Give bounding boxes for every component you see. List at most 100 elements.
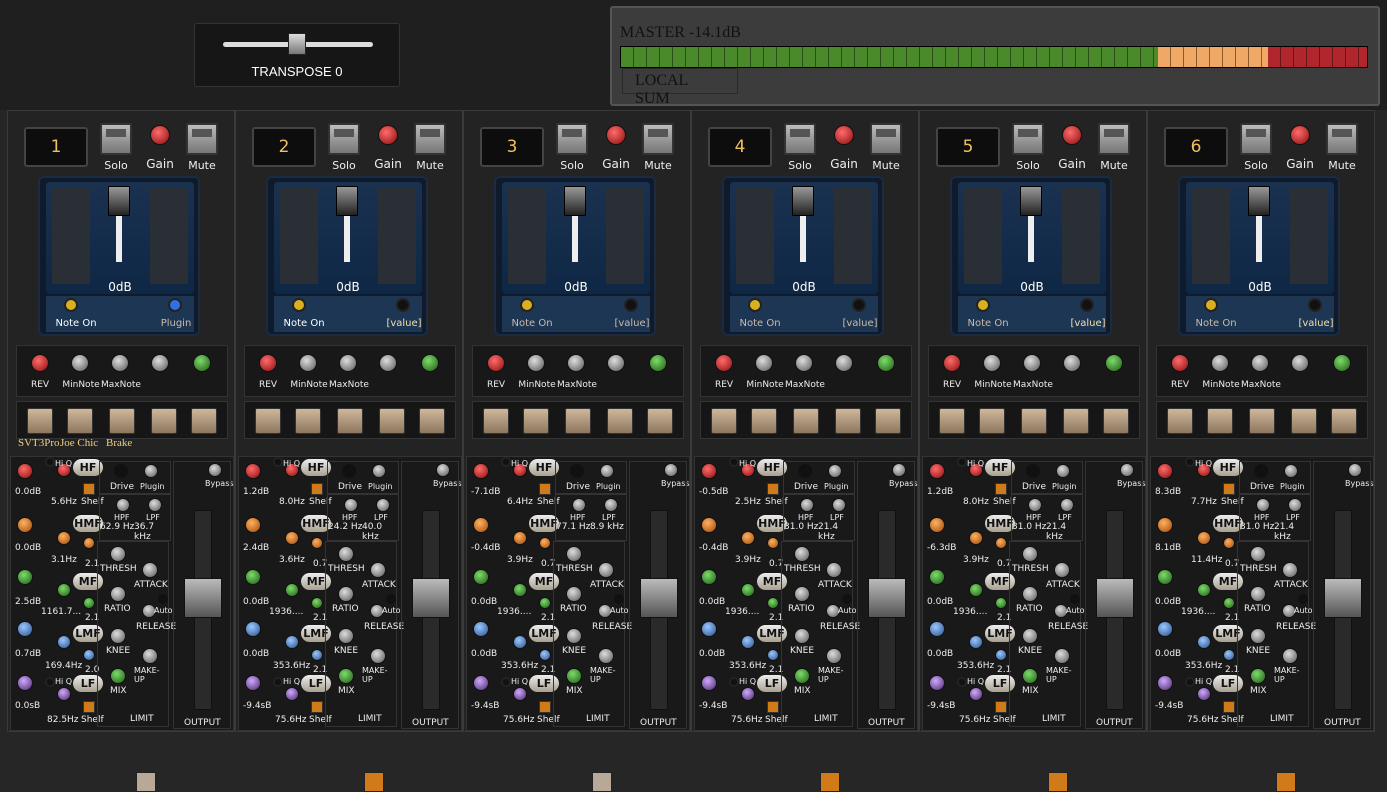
limit-button[interactable] (820, 772, 840, 792)
hf-hiq-led[interactable] (729, 457, 739, 467)
maxnote-knob[interactable] (567, 354, 585, 372)
ratio-knob[interactable] (566, 586, 582, 602)
gain-knob[interactable] (150, 125, 170, 145)
maxnote-knob[interactable] (1023, 354, 1041, 372)
aux-knob[interactable] (379, 354, 397, 372)
makeup-knob[interactable] (826, 648, 842, 664)
lpf-knob[interactable] (604, 498, 618, 512)
thresh-knob[interactable] (110, 546, 126, 562)
rev-knob[interactable] (487, 354, 505, 372)
hf-shelf-button[interactable] (83, 483, 95, 495)
hmf-freq-knob[interactable] (285, 531, 299, 545)
thresh-knob[interactable] (566, 546, 582, 562)
lf-gain-knob[interactable] (245, 675, 261, 691)
lf-freq-knob[interactable] (513, 687, 527, 701)
pad-button[interactable] (67, 408, 93, 434)
aux-knob[interactable] (607, 354, 625, 372)
output-fader[interactable] (868, 578, 906, 618)
note-on-led[interactable] (64, 298, 78, 312)
ratio-knob[interactable] (794, 586, 810, 602)
hf-shelf-button[interactable] (767, 483, 779, 495)
drive-knob[interactable] (1026, 464, 1040, 478)
limit-button[interactable] (1048, 772, 1068, 792)
aux-knob[interactable] (835, 354, 853, 372)
output-fader[interactable] (1096, 578, 1134, 618)
pad-button[interactable] (751, 408, 777, 434)
pad-button[interactable] (647, 408, 673, 434)
hmf-gain-knob[interactable] (473, 517, 489, 533)
right-led[interactable] (396, 298, 410, 312)
lmf-freq-knob[interactable] (285, 635, 299, 649)
right-led[interactable] (1080, 298, 1094, 312)
lf-shelf-button[interactable] (767, 701, 779, 713)
lmf-q-knob[interactable] (1223, 649, 1235, 661)
ratio-knob[interactable] (110, 586, 126, 602)
mix-knob[interactable] (338, 668, 354, 684)
hpf-knob[interactable] (116, 498, 130, 512)
pad-button[interactable] (151, 408, 177, 434)
lmf-freq-knob[interactable] (513, 635, 527, 649)
lf-freq-knob[interactable] (285, 687, 299, 701)
lmf-q-knob[interactable] (311, 649, 323, 661)
thresh-knob[interactable] (338, 546, 354, 562)
pad-button[interactable] (939, 408, 965, 434)
mf-gain-knob[interactable] (1157, 569, 1173, 585)
auto-led[interactable] (1070, 594, 1080, 604)
makeup-knob[interactable] (598, 648, 614, 664)
mf-q-knob[interactable] (767, 597, 779, 609)
pad-button[interactable] (565, 408, 591, 434)
lf-gain-knob[interactable] (17, 675, 33, 691)
ratio-knob[interactable] (338, 586, 354, 602)
pad-button[interactable] (419, 408, 445, 434)
hf-shelf-button[interactable] (995, 483, 1007, 495)
solo-button[interactable] (784, 123, 816, 155)
lmf-freq-knob[interactable] (741, 635, 755, 649)
hf-gain-knob[interactable] (701, 463, 717, 479)
mf-gain-knob[interactable] (245, 569, 261, 585)
knee-knob[interactable] (794, 628, 810, 644)
knee-knob[interactable] (566, 628, 582, 644)
minnote-knob[interactable] (71, 354, 89, 372)
drive-knob[interactable] (798, 464, 812, 478)
pad-button[interactable] (379, 408, 405, 434)
lpf-knob[interactable] (1060, 498, 1074, 512)
lf-gain-knob[interactable] (929, 675, 945, 691)
output-fader[interactable] (184, 578, 222, 618)
pad-button[interactable] (255, 408, 281, 434)
plugin-knob[interactable] (144, 464, 158, 478)
hpf-knob[interactable] (800, 498, 814, 512)
hpf-knob[interactable] (1028, 498, 1042, 512)
maxnote-knob[interactable] (111, 354, 129, 372)
hmf-gain-knob[interactable] (929, 517, 945, 533)
mute-button[interactable] (1326, 123, 1358, 155)
note-on-led[interactable] (520, 298, 534, 312)
aux2-knob[interactable] (649, 354, 667, 372)
pad-button[interactable] (1021, 408, 1047, 434)
mf-gain-knob[interactable] (929, 569, 945, 585)
makeup-knob[interactable] (1054, 648, 1070, 664)
pad-button[interactable] (1207, 408, 1233, 434)
plugin-knob[interactable] (1284, 464, 1298, 478)
hf-gain-knob[interactable] (473, 463, 489, 479)
lmf-q-knob[interactable] (539, 649, 551, 661)
aux2-knob[interactable] (193, 354, 211, 372)
hmf-q-knob[interactable] (767, 537, 779, 549)
rev-knob[interactable] (259, 354, 277, 372)
limit-button[interactable] (592, 772, 612, 792)
hf-shelf-button[interactable] (539, 483, 551, 495)
mf-gain-knob[interactable] (473, 569, 489, 585)
minnote-knob[interactable] (983, 354, 1001, 372)
thresh-knob[interactable] (1250, 546, 1266, 562)
mf-gain-knob[interactable] (701, 569, 717, 585)
pad-button[interactable] (1103, 408, 1129, 434)
lmf-freq-knob[interactable] (1197, 635, 1211, 649)
hf-hiq-led[interactable] (501, 457, 511, 467)
channel-fader[interactable] (108, 186, 130, 216)
mf-freq-knob[interactable] (969, 583, 983, 597)
knee-knob[interactable] (338, 628, 354, 644)
mf-q-knob[interactable] (995, 597, 1007, 609)
plugin-knob[interactable] (372, 464, 386, 478)
lf-shelf-button[interactable] (83, 701, 95, 713)
lf-freq-knob[interactable] (57, 687, 71, 701)
lf-freq-knob[interactable] (741, 687, 755, 701)
